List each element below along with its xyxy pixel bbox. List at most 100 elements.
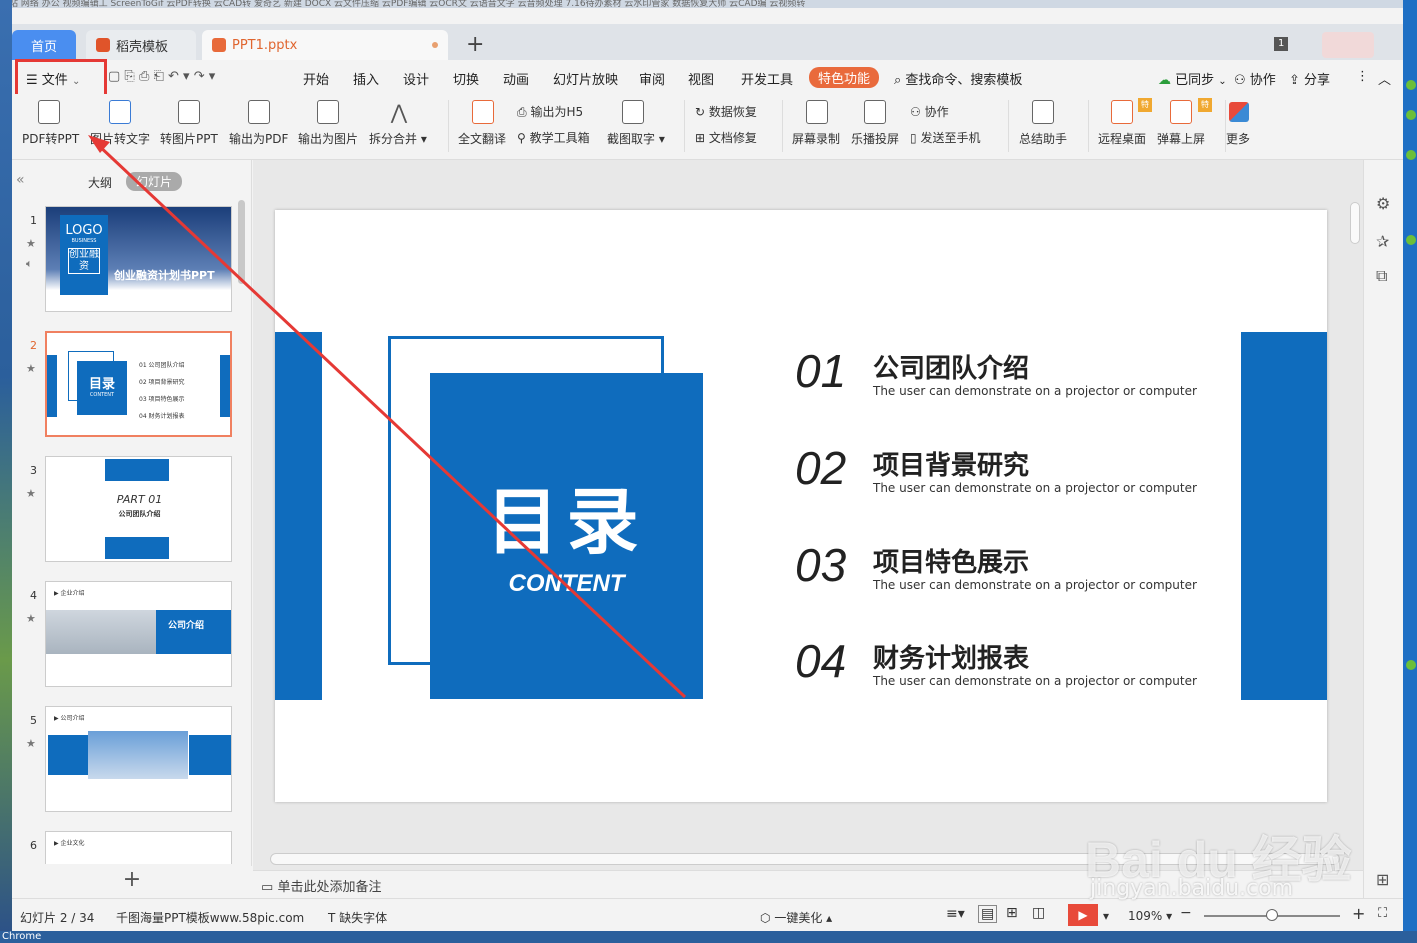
tab-daoke-templates[interactable]: 稻壳模板 — [86, 30, 196, 60]
star-icon: ★ — [26, 612, 36, 625]
share-button[interactable]: ⇪ 分享 — [1289, 69, 1330, 88]
menu-view[interactable]: 视图 — [688, 69, 714, 88]
export-image-button[interactable]: 输出为图片 — [298, 130, 358, 147]
current-slide[interactable]: 目录 CONTENT 01 公司团队介绍 The user can demons… — [275, 210, 1327, 802]
thumb2-item: 04 财务计划报表 — [139, 413, 185, 420]
remote-desktop-button[interactable]: 远程桌面 — [1098, 130, 1146, 147]
properties-icon[interactable]: ⚙ — [1376, 194, 1390, 213]
menu-developer[interactable]: 开发工具 — [741, 69, 793, 88]
copy-icon[interactable]: ⧉ — [1376, 266, 1387, 286]
new-tab-plus-icon[interactable]: + — [466, 32, 484, 57]
zoom-level[interactable]: 109% ▾ — [1128, 909, 1172, 923]
search-icon: ⌕ — [894, 73, 902, 88]
doc-repair-button[interactable]: ⊞ 文档修复 — [695, 129, 757, 146]
summary-assistant-button[interactable]: 总结助手 — [1019, 130, 1067, 147]
menu-bar: ☰ 文件 ⌄ ▢ ⎘ ⎙ ⎗ ↶ ▾ ↷ ▾ 开始 插入 设计 切换 动画 幻灯… — [12, 60, 1403, 94]
normal-view-icon[interactable]: ▤ — [978, 905, 998, 923]
tab-outline[interactable]: 大纲 — [88, 174, 112, 191]
slide-thumb-6[interactable]: ▶ 企业文化 — [45, 831, 232, 864]
ocr-icon — [622, 100, 644, 124]
thumb4-head-label: 企业介绍 — [60, 590, 85, 597]
image-to-text-button[interactable]: 图片转文字 — [90, 130, 150, 147]
slide-thumb-2-selected[interactable]: 目录 CONTENT 01 公司团队介绍 02 项目背景研究 03 项目特色展示… — [45, 331, 232, 437]
send-to-phone-button[interactable]: ▯ 发送至手机 — [910, 129, 980, 146]
export-pdf-button[interactable]: 输出为PDF — [229, 130, 288, 147]
slide-thumb-5[interactable]: ▶ 公司介绍 — [45, 706, 232, 812]
thumb2-sub: CONTENT — [89, 392, 115, 398]
status-bar: 幻灯片 2 / 34 千图海量PPT模板www.58pic.com T 缺失字体… — [12, 898, 1403, 931]
split-merge-button[interactable]: 拆分合并 ▾ — [369, 130, 427, 147]
teaching-toolbox-button[interactable]: ⚲ 教学工具箱 — [517, 129, 590, 146]
recovery-icon: ↻ — [695, 105, 706, 119]
image-to-text-icon — [109, 100, 131, 124]
left-blue-bar — [275, 332, 322, 700]
thumb1-box: 创业融资 — [68, 248, 100, 274]
item-number: 01 — [795, 345, 847, 397]
menu-slideshow[interactable]: 幻灯片放映 — [553, 69, 618, 88]
slide-thumb-1[interactable]: LOGO BUSINESS 创业融资 创业融资计划书PPT — [45, 206, 232, 312]
collab-button[interactable]: ⚇ 协作 — [1234, 69, 1276, 88]
slide-thumbnail-panel: « 大纲 幻灯片 1 ★ 🔈︎ LOGO BUSINESS 创业融资 创业融资计… — [12, 160, 252, 898]
thumb2-list: 01 公司团队介绍 02 项目背景研究 03 项目特色展示 04 财务计划报表 — [139, 357, 185, 425]
tab-slides[interactable]: 幻灯片 — [126, 172, 183, 191]
tab-ppt-document[interactable]: PPT1.pptx — [202, 30, 448, 60]
menu-design[interactable]: 设计 — [403, 69, 429, 88]
lebo-cast-button[interactable]: 乐播投屏 — [851, 130, 899, 147]
danmu-button[interactable]: 弹幕上屏 — [1157, 130, 1205, 147]
unsaved-dot-icon — [432, 42, 438, 48]
account-avatar[interactable] — [1322, 32, 1374, 58]
screen-record-button[interactable]: 屏幕录制 — [792, 130, 840, 147]
zoom-level-label: 109% — [1128, 909, 1163, 923]
thumb-number: 4 — [30, 589, 37, 602]
tab-home-label: 首页 — [30, 39, 57, 55]
collapse-ribbon-icon[interactable]: ︿ — [1378, 69, 1391, 88]
teaching-toolbox-label: 教学工具箱 — [529, 131, 590, 145]
missing-font-button[interactable]: T 缺失字体 — [328, 909, 387, 926]
menu-review[interactable]: 审阅 — [639, 69, 665, 88]
screenshot-ocr-button[interactable]: 截图取字 ▾ — [607, 130, 665, 147]
zoom-out-icon[interactable]: − — [1180, 905, 1192, 921]
add-slide-plus-icon[interactable]: + — [12, 866, 252, 898]
pdf-to-ppt-button[interactable]: PDF转PPT — [22, 130, 79, 147]
fit-window-icon[interactable]: ⛶ — [1378, 906, 1387, 921]
slide-thumb-4[interactable]: ▶ 企业介绍 公司介绍 — [45, 581, 232, 687]
to-image-ppt-button[interactable]: 转图片PPT — [160, 130, 218, 147]
full-translate-button[interactable]: 全文翻译 — [458, 130, 506, 147]
vertical-scrollbar[interactable] — [1350, 202, 1360, 244]
chevron-down-icon[interactable]: ▾ — [1103, 909, 1109, 923]
reading-view-icon[interactable]: ◫ — [1032, 905, 1045, 921]
menu-transition[interactable]: 切换 — [453, 69, 479, 88]
animation-icon[interactable]: ✰ — [1376, 232, 1389, 251]
translate-icon — [472, 100, 494, 124]
beautify-button[interactable]: ⬡ 一键美化 ▴ — [760, 909, 832, 926]
collab-tool-button[interactable]: ⚇ 协作 — [910, 103, 949, 120]
play-slideshow-icon[interactable]: ▶ — [1068, 904, 1098, 926]
toolbox-icon: ⚲ — [517, 131, 526, 145]
data-recovery-button[interactable]: ↻ 数据恢复 — [695, 103, 757, 120]
menu-start[interactable]: 开始 — [303, 69, 329, 88]
tab-home[interactable]: 首页 — [12, 30, 76, 60]
missing-font-label: 缺失字体 — [339, 911, 388, 925]
thumb-scrollbar[interactable] — [238, 200, 245, 284]
more-vertical-icon[interactable]: ⋮ — [1356, 69, 1369, 84]
slide-sorter-icon[interactable]: ⊞ — [1006, 905, 1018, 921]
speaker-icon: 🔈︎ — [26, 257, 33, 270]
desktop-icon-labels: 收站 网络 办公 视频编辑工 ScreenToGif 云PDF转换 云CAD转 … — [0, 0, 1417, 8]
zoom-slider-handle[interactable] — [1266, 909, 1278, 921]
zoom-in-icon[interactable]: + — [1352, 904, 1365, 923]
quick-access-icons[interactable]: ▢ ⎘ ⎙ ⎗ ↶ ▾ ↷ ▾ — [108, 69, 215, 84]
grid-view-icon[interactable]: ⊞ — [1376, 870, 1389, 889]
menu-special-features[interactable]: 特色功能 — [809, 67, 880, 88]
command-search[interactable]: ⌕ 查找命令、搜索模板 — [894, 69, 1022, 88]
menu-animation[interactable]: 动画 — [503, 69, 529, 88]
more-button[interactable]: 更多 — [1226, 130, 1250, 147]
collapse-panel-icon[interactable]: « — [16, 172, 25, 188]
notes-toggle-icon[interactable]: ≡▾ — [946, 906, 965, 922]
screenshot-ocr-label: 截图取字 — [607, 132, 656, 146]
thumb-number: 2 — [30, 339, 37, 352]
slide-thumb-3[interactable]: PART 01 公司团队介绍 — [45, 456, 232, 562]
export-h5-button[interactable]: ⎙ 输出为H5 — [517, 103, 583, 120]
star-icon: ★ — [26, 362, 36, 375]
sync-status[interactable]: ☁ 已同步 ⌄ — [1158, 69, 1227, 88]
menu-insert[interactable]: 插入 — [353, 69, 379, 88]
